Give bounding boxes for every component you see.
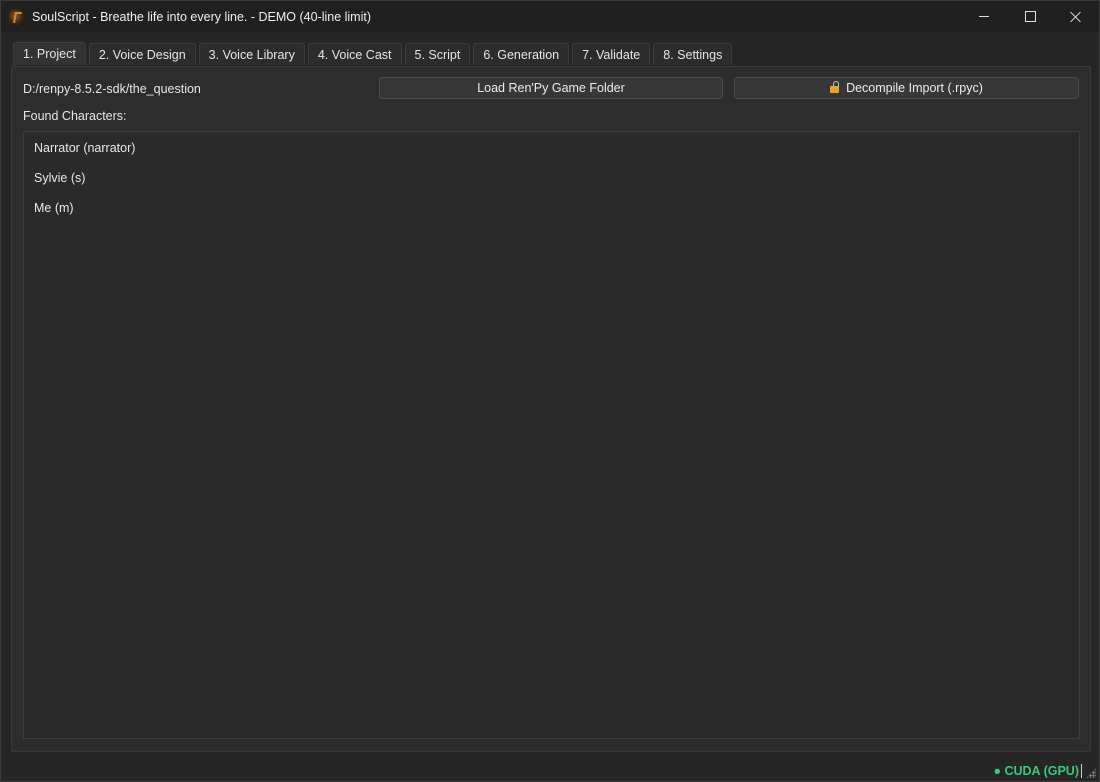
tab-voice-cast[interactable]: 4. Voice Cast [307, 43, 402, 65]
maximize-button[interactable] [1007, 1, 1053, 32]
tab-validate[interactable]: 7. Validate [572, 43, 651, 65]
window-controls [961, 1, 1099, 32]
tab-generation[interactable]: 6. Generation [473, 43, 570, 65]
window-title: SoulScript - Breathe life into every lin… [32, 9, 372, 24]
tab-voice-library[interactable]: 3. Voice Library [198, 43, 305, 65]
minimize-button[interactable] [961, 1, 1007, 32]
load-game-folder-button[interactable]: Load Ren'Py Game Folder [379, 77, 723, 99]
character-list[interactable]: Narrator (narrator) Sylvie (s) Me (m) [23, 131, 1080, 739]
minimize-icon [979, 16, 989, 17]
list-item[interactable]: Narrator (narrator) [34, 141, 135, 155]
tab-script[interactable]: 5. Script [404, 43, 471, 65]
project-path: D:/renpy-8.5.2-sdk/the_question [23, 82, 201, 96]
project-panel: D:/renpy-8.5.2-sdk/the_question Load Ren… [11, 66, 1091, 752]
close-icon [1070, 11, 1082, 23]
decompile-button-label: Decompile Import (.rpyc) [846, 81, 983, 95]
decompile-import-button[interactable]: Decompile Import (.rpyc) [734, 77, 1079, 99]
unlock-icon [830, 81, 840, 93]
tab-settings[interactable]: 8. Settings [653, 43, 733, 65]
close-button[interactable] [1053, 1, 1099, 32]
list-item[interactable]: Me (m) [34, 201, 74, 215]
resize-grip-icon[interactable] [1086, 768, 1096, 778]
status-bar: ● CUDA (GPU) [1, 753, 1099, 781]
title-bar[interactable]: SoulScript - Breathe life into every lin… [1, 1, 1099, 32]
gpu-status: ● CUDA (GPU) [993, 764, 1082, 778]
soulscript-logo-icon [9, 8, 25, 25]
list-item[interactable]: Sylvie (s) [34, 171, 85, 185]
app-window: SoulScript - Breathe life into every lin… [0, 0, 1100, 782]
tab-voice-design[interactable]: 2. Voice Design [88, 43, 196, 65]
tab-project[interactable]: 1. Project [13, 42, 86, 65]
tab-bar: 1. Project 2. Voice Design 3. Voice Libr… [13, 42, 735, 65]
found-characters-label: Found Characters: [23, 109, 127, 123]
maximize-icon [1024, 11, 1036, 22]
